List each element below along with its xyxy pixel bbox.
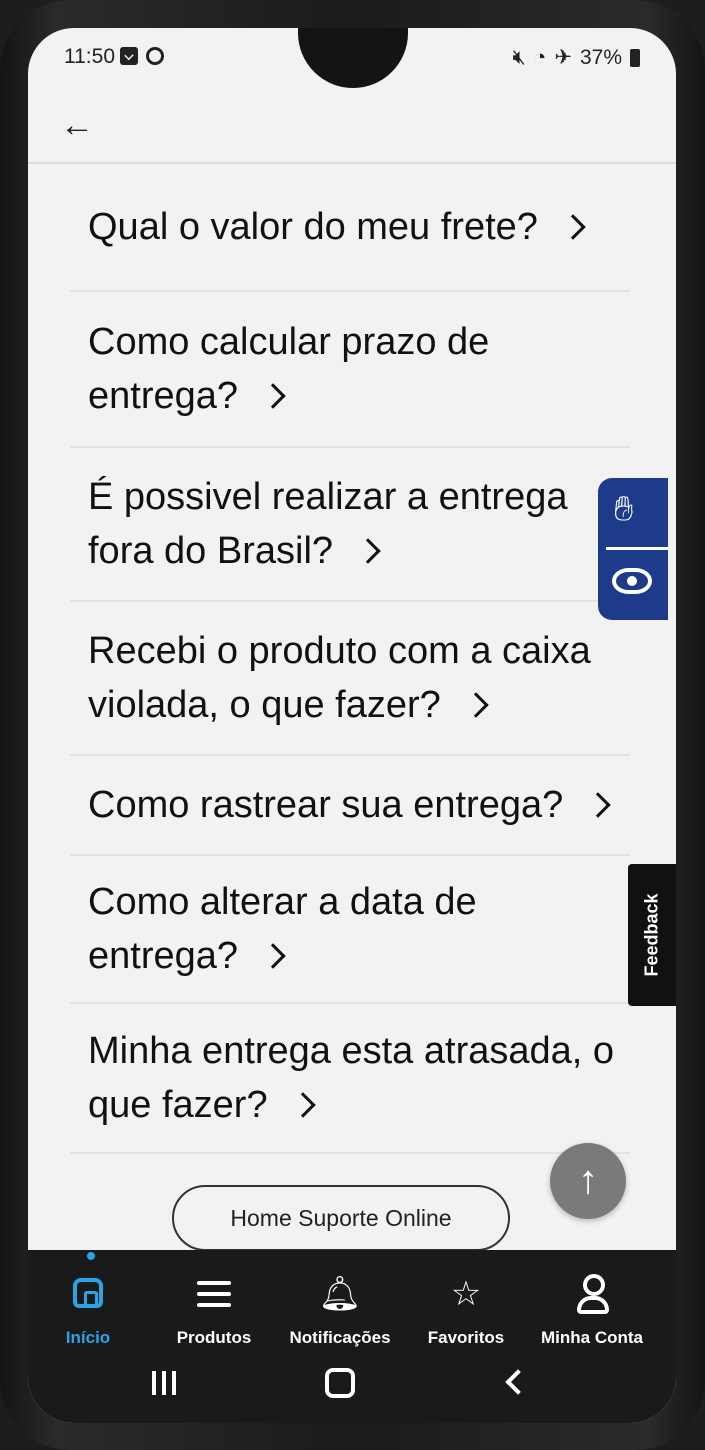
chevron-right-icon	[560, 214, 586, 240]
nav-item-inicio[interactable]: Início	[28, 1252, 148, 1348]
faq-question-text: que fazer?	[88, 1084, 268, 1126]
accessibility-tab: ✋︎	[598, 478, 668, 620]
back-button[interactable]: ←	[60, 100, 110, 150]
chevron-right-icon	[585, 792, 611, 818]
sign-language-icon[interactable]: ✋︎	[614, 490, 633, 529]
nav-label: Minha Conta	[541, 1328, 643, 1347]
circle-icon	[146, 47, 164, 65]
faq-question-text: Como calcular prazo de	[88, 321, 490, 363]
nav-item-notificacoes[interactable]: 🔔︎ Notificações	[280, 1272, 400, 1348]
faq-item[interactable]: Como rastrear sua entrega?	[70, 756, 630, 856]
home-support-button[interactable]: Home Suporte Online	[172, 1185, 510, 1251]
recents-icon[interactable]	[124, 1353, 204, 1413]
faq-question-text: entrega?	[88, 935, 239, 977]
faq-question: Como rastrear sua entrega?	[88, 778, 611, 832]
airplane-icon: ✈︎	[554, 46, 572, 69]
wifi-icon: ◔	[533, 45, 547, 69]
faq-item[interactable]: Qual o valor do meu frete?	[70, 164, 630, 292]
chevron-right-icon	[289, 1092, 316, 1118]
message-icon	[120, 47, 138, 65]
screen: 11:50 🔇︎ ◔ ✈︎ 37% ← Qual o valor do meu …	[28, 28, 676, 1423]
nav-label: Notificações	[289, 1328, 391, 1347]
star-icon: ☆	[450, 1275, 482, 1313]
phone-frame: 11:50 🔇︎ ◔ ✈︎ 37% ← Qual o valor do meu …	[0, 0, 705, 1450]
faq-question-text: Minha entrega esta atrasada, o	[88, 1030, 615, 1072]
mute-icon: 🔇︎	[512, 45, 526, 69]
eye-icon[interactable]	[612, 568, 652, 594]
active-indicator	[87, 1252, 95, 1260]
faq-question-text: violada, o que fazer?	[88, 684, 441, 726]
faq-question: Qual o valor do meu frete?	[88, 200, 586, 254]
back-chevron-icon[interactable]	[478, 1353, 558, 1413]
faq-question: Recebi o produto com a caixa violada, o …	[88, 624, 591, 732]
faq-question-text: fora do Brasil?	[88, 530, 334, 572]
scroll-to-top-button[interactable]: ↑	[550, 1143, 626, 1219]
chevron-right-icon	[355, 538, 381, 564]
bell-icon: 🔔︎	[318, 1275, 362, 1313]
faq-question-text: Recebi o produto com a caixa	[88, 630, 591, 672]
home-icon	[73, 1278, 103, 1308]
divider	[606, 547, 668, 550]
faq-item[interactable]: Como calcular prazo de entrega?	[70, 292, 630, 448]
arrow-left-icon: ←	[60, 106, 94, 144]
faq-item[interactable]: Recebi o produto com a caixa violada, o …	[70, 602, 630, 756]
chevron-right-icon	[463, 692, 489, 718]
chevron-right-icon	[260, 943, 286, 969]
battery-icon	[630, 48, 640, 67]
status-time: 11:50	[64, 45, 115, 68]
battery-percent: 37%	[579, 45, 622, 69]
faq-question-text: entrega?	[88, 375, 239, 417]
home-circle-icon[interactable]	[300, 1353, 380, 1413]
status-right: 🔇︎ ◔ ✈︎ 37%	[512, 45, 640, 70]
faq-question: Como alterar a data de entrega?	[88, 875, 477, 983]
nav-label: Início	[65, 1328, 111, 1347]
faq-question-text: Como alterar a data de	[88, 881, 477, 923]
nav-label: Produtos	[176, 1328, 252, 1347]
faq-question: Minha entrega esta atrasada, o que fazer…	[88, 1024, 614, 1132]
faq-item[interactable]: É possivel realizar a entrega fora do Br…	[70, 448, 630, 602]
faq-list: Qual o valor do meu frete? Como calcular…	[70, 164, 630, 1154]
nav-label: Favoritos	[427, 1328, 505, 1347]
system-nav	[28, 1353, 676, 1413]
user-icon	[575, 1272, 609, 1314]
nav-item-favoritos[interactable]: ☆ Favoritos	[406, 1272, 526, 1348]
feedback-button[interactable]: Feedback	[628, 864, 676, 1006]
faq-question-text: É possivel realizar a entrega	[88, 476, 568, 518]
faq-item[interactable]: Minha entrega esta atrasada, o que fazer…	[70, 1004, 630, 1154]
faq-question-text: Como rastrear sua entrega?	[88, 784, 564, 826]
chevron-right-icon	[260, 383, 286, 409]
faq-question-text: Qual o valor do meu frete?	[88, 206, 538, 248]
menu-icon	[197, 1281, 231, 1307]
top-bar: ←	[28, 90, 676, 164]
feedback-label: Feedback	[641, 893, 662, 977]
nav-item-minha-conta[interactable]: Minha Conta	[532, 1272, 652, 1348]
nav-item-produtos[interactable]: Produtos	[154, 1272, 274, 1348]
arrow-up-icon: ↑	[578, 1158, 598, 1202]
faq-question: Como calcular prazo de entrega?	[88, 315, 489, 423]
bottom-nav: Início Produtos 🔔︎ Notificações ☆ Favori…	[28, 1250, 676, 1423]
faq-question: É possivel realizar a entrega fora do Br…	[88, 470, 567, 578]
faq-item[interactable]: Como alterar a data de entrega?	[70, 856, 630, 1004]
